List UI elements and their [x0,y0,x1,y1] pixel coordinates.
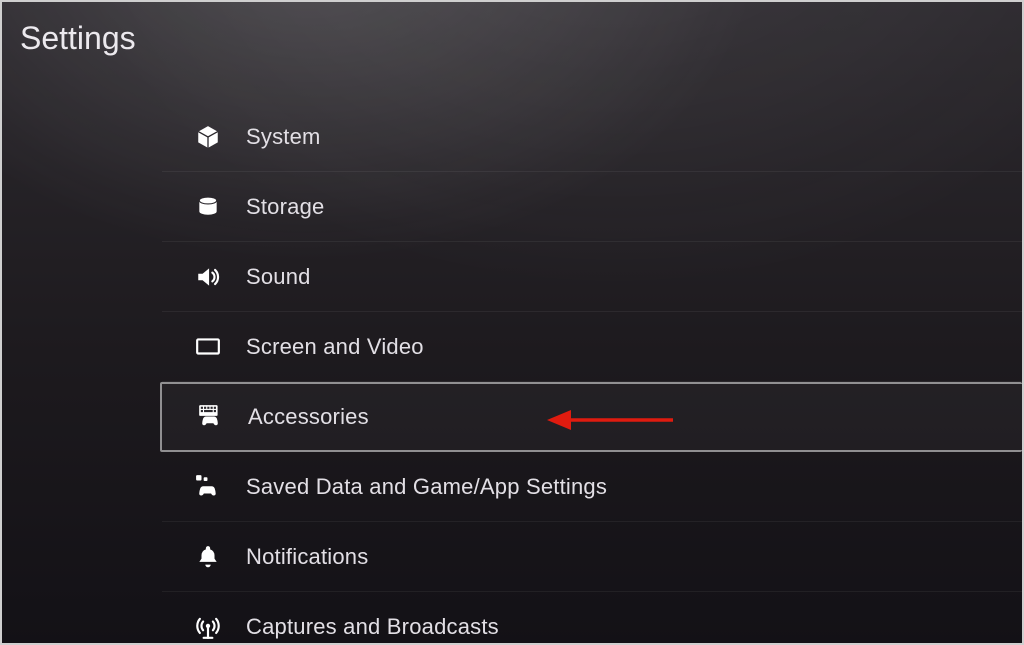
speaker-icon [192,261,224,293]
menu-item-screen-video[interactable]: Screen and Video [162,312,1022,382]
bell-icon [192,541,224,573]
menu-item-captures-broadcasts[interactable]: Captures and Broadcasts [162,592,1022,645]
page-title: Settings [20,20,136,57]
menu-item-system[interactable]: System [162,102,1022,172]
menu-item-label: Storage [246,194,324,220]
menu-item-accessories[interactable]: Accessories [160,382,1022,452]
settings-menu: System Storage Sound Screen and [162,102,1022,645]
menu-item-label: Screen and Video [246,334,424,360]
menu-item-saved-data[interactable]: Saved Data and Game/App Settings [162,452,1022,522]
menu-item-label: Captures and Broadcasts [246,614,499,640]
menu-item-storage[interactable]: Storage [162,172,1022,242]
menu-item-notifications[interactable]: Notifications [162,522,1022,592]
menu-item-sound[interactable]: Sound [162,242,1022,312]
cube-icon [192,121,224,153]
annotation-arrow [547,408,677,432]
accessories-icon [194,401,226,433]
screen-icon [192,331,224,363]
menu-item-label: Accessories [248,404,369,430]
saved-data-icon [192,471,224,503]
menu-item-label: Saved Data and Game/App Settings [246,474,607,500]
broadcast-icon [192,611,224,643]
menu-item-label: System [246,124,321,150]
menu-item-label: Sound [246,264,311,290]
storage-icon [192,191,224,223]
menu-item-label: Notifications [246,544,368,570]
